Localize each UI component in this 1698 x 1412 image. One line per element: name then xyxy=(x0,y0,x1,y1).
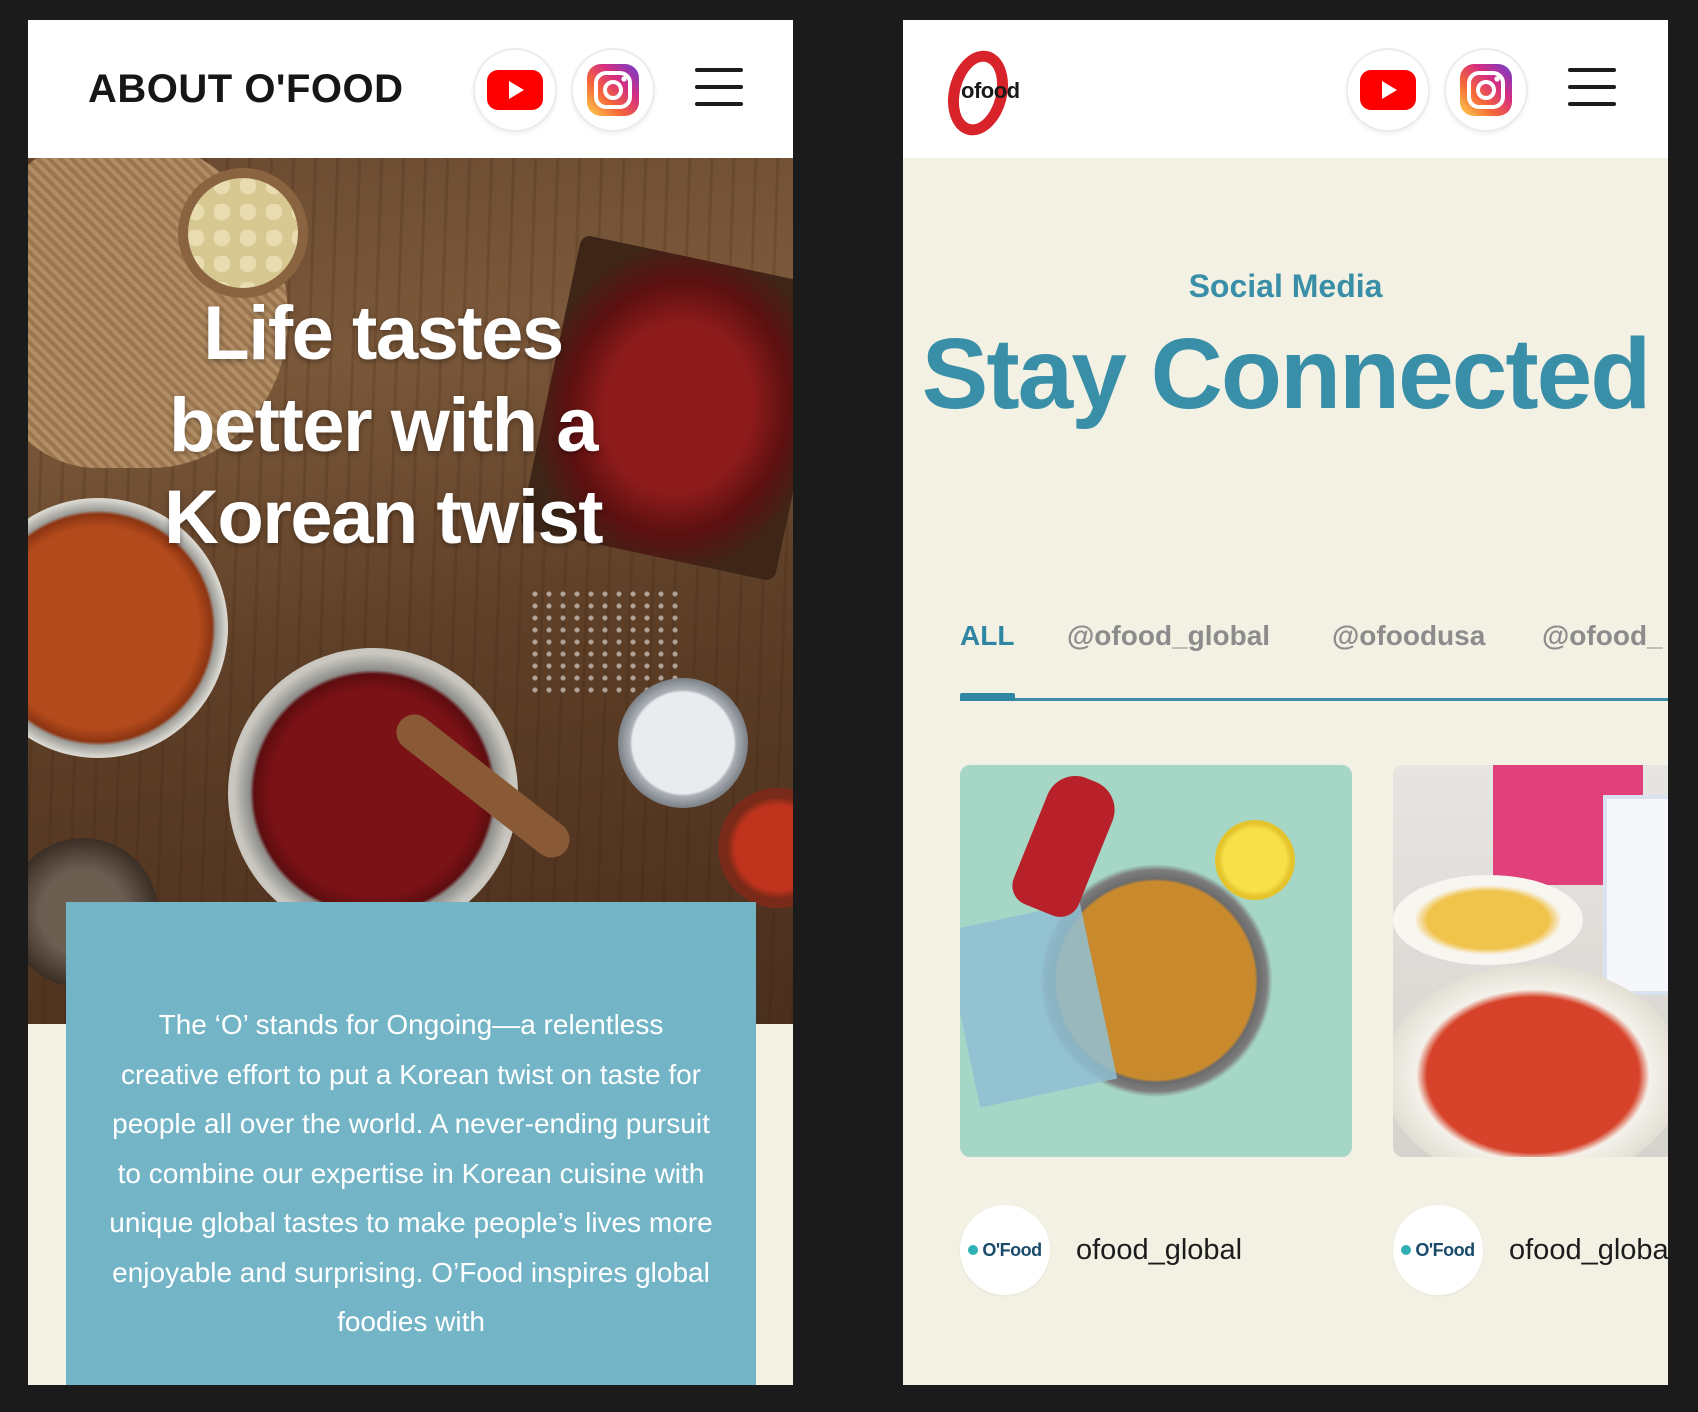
youtube-button[interactable] xyxy=(1346,48,1430,132)
salt-dish xyxy=(618,678,748,808)
tab-ofood-global[interactable]: @ofood_global xyxy=(1067,620,1270,652)
tteokbokki-plate xyxy=(1393,965,1668,1157)
ofood-mark-icon xyxy=(1401,1245,1412,1255)
post-account[interactable]: O'Food ofood_global xyxy=(960,1205,1242,1295)
logo-text: ofood xyxy=(961,78,1020,103)
youtube-icon xyxy=(487,70,543,110)
post-account[interactable]: O'Food ofood_globa xyxy=(1393,1205,1668,1295)
product-box-2 xyxy=(1603,795,1668,995)
hero-image: Life tastes better with a Korean twist xyxy=(28,158,793,1024)
about-screen: ABOUT O'FOOD Life tastes better with a K… xyxy=(28,20,793,1385)
page-title: ABOUT O'FOOD xyxy=(88,67,404,111)
account-tabs: ALL @ofood_global @ofoodusa @ofood_ xyxy=(960,620,1668,670)
soybean-bowl xyxy=(178,168,308,298)
chili-powder-bowl xyxy=(718,788,793,908)
salt-scatter xyxy=(528,588,678,698)
tabs-divider xyxy=(960,698,1668,701)
top-nav-bar: ofood xyxy=(903,20,1668,158)
hero-headline: Life tastes better with a Korean twist xyxy=(163,291,604,560)
avatar-label: O'Food xyxy=(982,1239,1042,1260)
avatar: O'Food xyxy=(960,1205,1050,1295)
about-description: The ‘O’ stands for Ongoing—a relentless … xyxy=(109,1009,713,1337)
top-nav-bar: ABOUT O'FOOD xyxy=(28,20,793,158)
avatar: O'Food xyxy=(1393,1205,1483,1295)
instagram-post[interactable] xyxy=(1393,765,1668,1157)
instagram-button[interactable] xyxy=(1444,48,1528,132)
social-media-screen: ofood Social Media Stay Connected ALL @o… xyxy=(903,20,1668,1385)
avatar-label: O'Food xyxy=(1415,1239,1475,1260)
instagram-icon xyxy=(1460,64,1512,116)
about-card: The ‘O’ stands for Ongoing—a relentless … xyxy=(66,902,756,1385)
youtube-button[interactable] xyxy=(473,48,557,132)
sauce-bottle xyxy=(1006,766,1124,924)
instagram-icon xyxy=(587,64,639,116)
napkin xyxy=(960,902,1118,1108)
gnocchi-plate xyxy=(1393,875,1583,965)
lemon xyxy=(1215,820,1295,900)
youtube-icon xyxy=(1360,70,1416,110)
account-name: ofood_globa xyxy=(1509,1233,1668,1266)
hamburger-menu-icon[interactable] xyxy=(1568,68,1616,106)
active-tab-indicator xyxy=(960,693,1015,701)
ofood-logo[interactable]: ofood xyxy=(939,42,1033,142)
tab-ofood-more[interactable]: @ofood_ xyxy=(1542,620,1663,652)
section-label: Social Media xyxy=(1188,268,1383,304)
instagram-button[interactable] xyxy=(571,48,655,132)
tab-ofoodusa[interactable]: @ofoodusa xyxy=(1332,620,1485,652)
account-name: ofood_global xyxy=(1076,1233,1243,1266)
instagram-post[interactable] xyxy=(960,765,1352,1157)
ofood-mark-icon xyxy=(968,1245,979,1255)
hamburger-menu-icon[interactable] xyxy=(695,68,743,106)
section-title: Stay Connected xyxy=(921,318,1652,430)
tab-all[interactable]: ALL xyxy=(960,620,1014,652)
